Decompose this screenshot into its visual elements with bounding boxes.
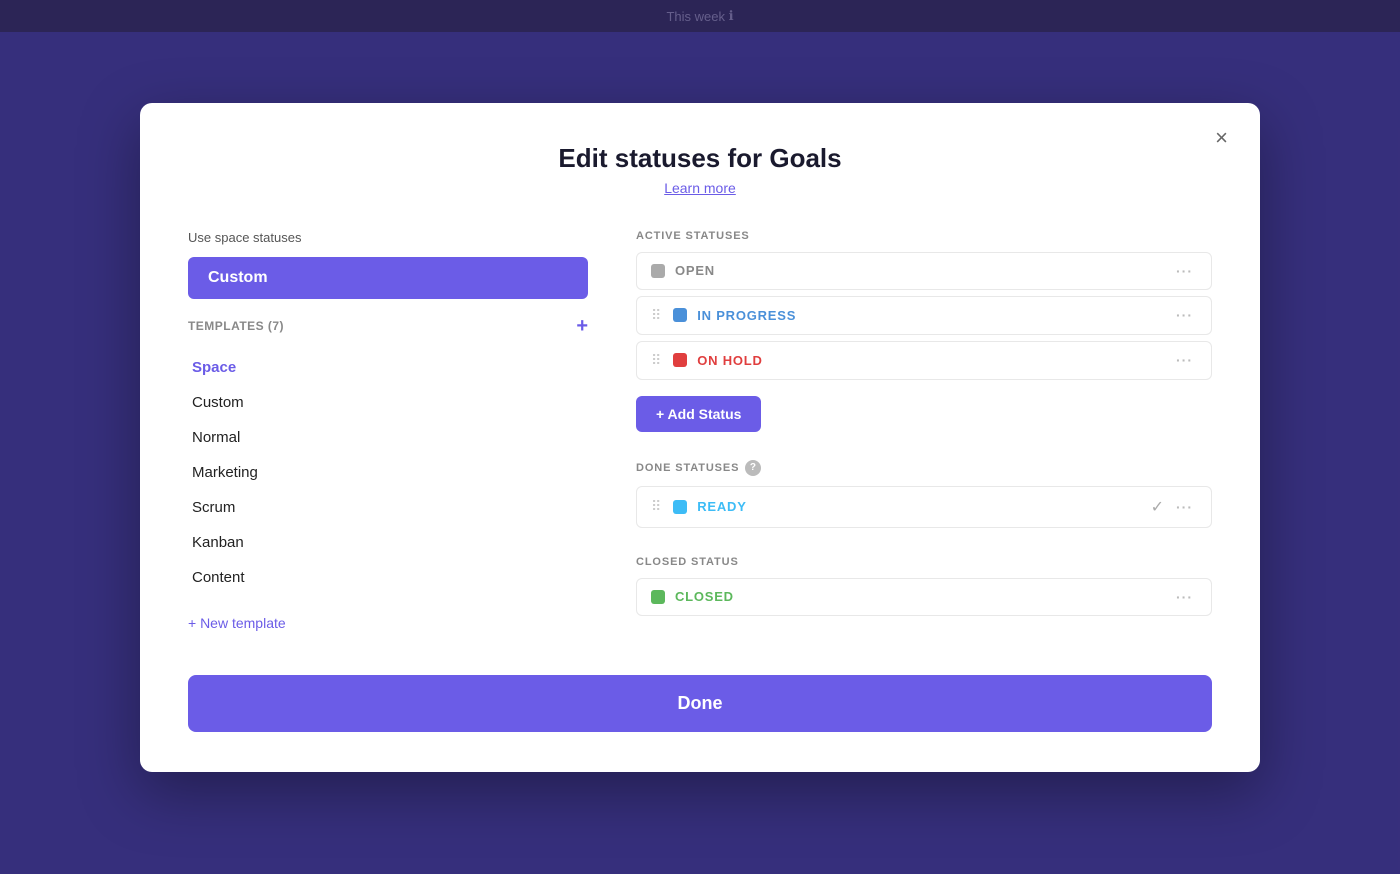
status-actions-ready: ✓ ··· <box>1151 497 1197 517</box>
left-panel: Use space statuses Custom TEMPLATES (7) … <box>188 230 588 635</box>
status-dot-ready <box>673 500 687 514</box>
status-dot-open <box>651 264 665 278</box>
modal-title: Edit statuses for Goals <box>188 143 1212 174</box>
drag-handle-in-progress[interactable]: ⠿ <box>651 307 661 324</box>
right-panel: ACTIVE STATUSES OPEN ··· ⠿ IN PROGRESS <box>636 230 1212 635</box>
done-button[interactable]: Done <box>188 675 1212 732</box>
add-status-button[interactable]: + Add Status <box>636 396 761 432</box>
status-menu-open[interactable]: ··· <box>1172 263 1197 279</box>
status-name-closed: CLOSED <box>675 589 1162 604</box>
new-template-button[interactable]: + New template <box>188 611 286 635</box>
template-item-space[interactable]: Space <box>188 350 588 385</box>
status-menu-closed[interactable]: ··· <box>1172 589 1197 605</box>
learn-more-link[interactable]: Learn more <box>664 180 736 196</box>
modal-body: Use space statuses Custom TEMPLATES (7) … <box>188 230 1212 635</box>
use-space-label: Use space statuses <box>188 230 588 245</box>
status-name-ready: READY <box>697 499 1140 514</box>
status-menu-in-progress[interactable]: ··· <box>1172 307 1197 323</box>
status-dot-closed <box>651 590 665 604</box>
status-actions-on-hold: ··· <box>1172 352 1197 368</box>
close-button[interactable]: × <box>1207 123 1236 153</box>
status-row-in-progress: ⠿ IN PROGRESS ··· <box>636 296 1212 335</box>
modal-header: Edit statuses for Goals Learn more <box>188 143 1212 198</box>
status-dot-in-progress <box>673 308 687 322</box>
status-menu-ready[interactable]: ··· <box>1172 499 1197 515</box>
status-row-open: OPEN ··· <box>636 252 1212 290</box>
drag-handle-on-hold[interactable]: ⠿ <box>651 352 661 369</box>
template-item-kanban[interactable]: Kanban <box>188 525 588 560</box>
templates-label: TEMPLATES (7) <box>188 319 284 333</box>
status-name-on-hold: ON HOLD <box>697 353 1162 368</box>
edit-statuses-modal: × Edit statuses for Goals Learn more Use… <box>140 103 1260 772</box>
template-item-content[interactable]: Content <box>188 560 588 595</box>
done-statuses-help-icon[interactable]: ? <box>745 460 761 476</box>
modal-overlay: × Edit statuses for Goals Learn more Use… <box>0 0 1400 874</box>
status-row-ready: ⠿ READY ✓ ··· <box>636 486 1212 528</box>
template-item-marketing[interactable]: Marketing <box>188 455 588 490</box>
done-statuses-label: DONE STATUSES ? <box>636 460 1212 476</box>
active-statuses-label: ACTIVE STATUSES <box>636 230 1212 242</box>
template-item-scrum[interactable]: Scrum <box>188 490 588 525</box>
templates-add-button[interactable]: + <box>576 315 588 338</box>
status-menu-on-hold[interactable]: ··· <box>1172 352 1197 368</box>
check-icon-ready: ✓ <box>1151 497 1164 517</box>
status-row-on-hold: ⠿ ON HOLD ··· <box>636 341 1212 380</box>
status-row-closed: CLOSED ··· <box>636 578 1212 616</box>
status-dot-on-hold <box>673 353 687 367</box>
template-item-custom[interactable]: Custom <box>188 385 588 420</box>
template-item-normal[interactable]: Normal <box>188 420 588 455</box>
status-actions-in-progress: ··· <box>1172 307 1197 323</box>
modal-footer: Done <box>188 675 1212 732</box>
template-list: Space Custom Normal Marketing Scrum Kanb… <box>188 350 588 595</box>
templates-row: TEMPLATES (7) + <box>188 315 588 338</box>
status-name-in-progress: IN PROGRESS <box>697 308 1162 323</box>
status-actions-open: ··· <box>1172 263 1197 279</box>
status-actions-closed: ··· <box>1172 589 1197 605</box>
custom-selected-button[interactable]: Custom <box>188 257 588 299</box>
closed-status-label: CLOSED STATUS <box>636 556 1212 568</box>
status-name-open: OPEN <box>675 263 1162 278</box>
drag-handle-ready[interactable]: ⠿ <box>651 498 661 515</box>
